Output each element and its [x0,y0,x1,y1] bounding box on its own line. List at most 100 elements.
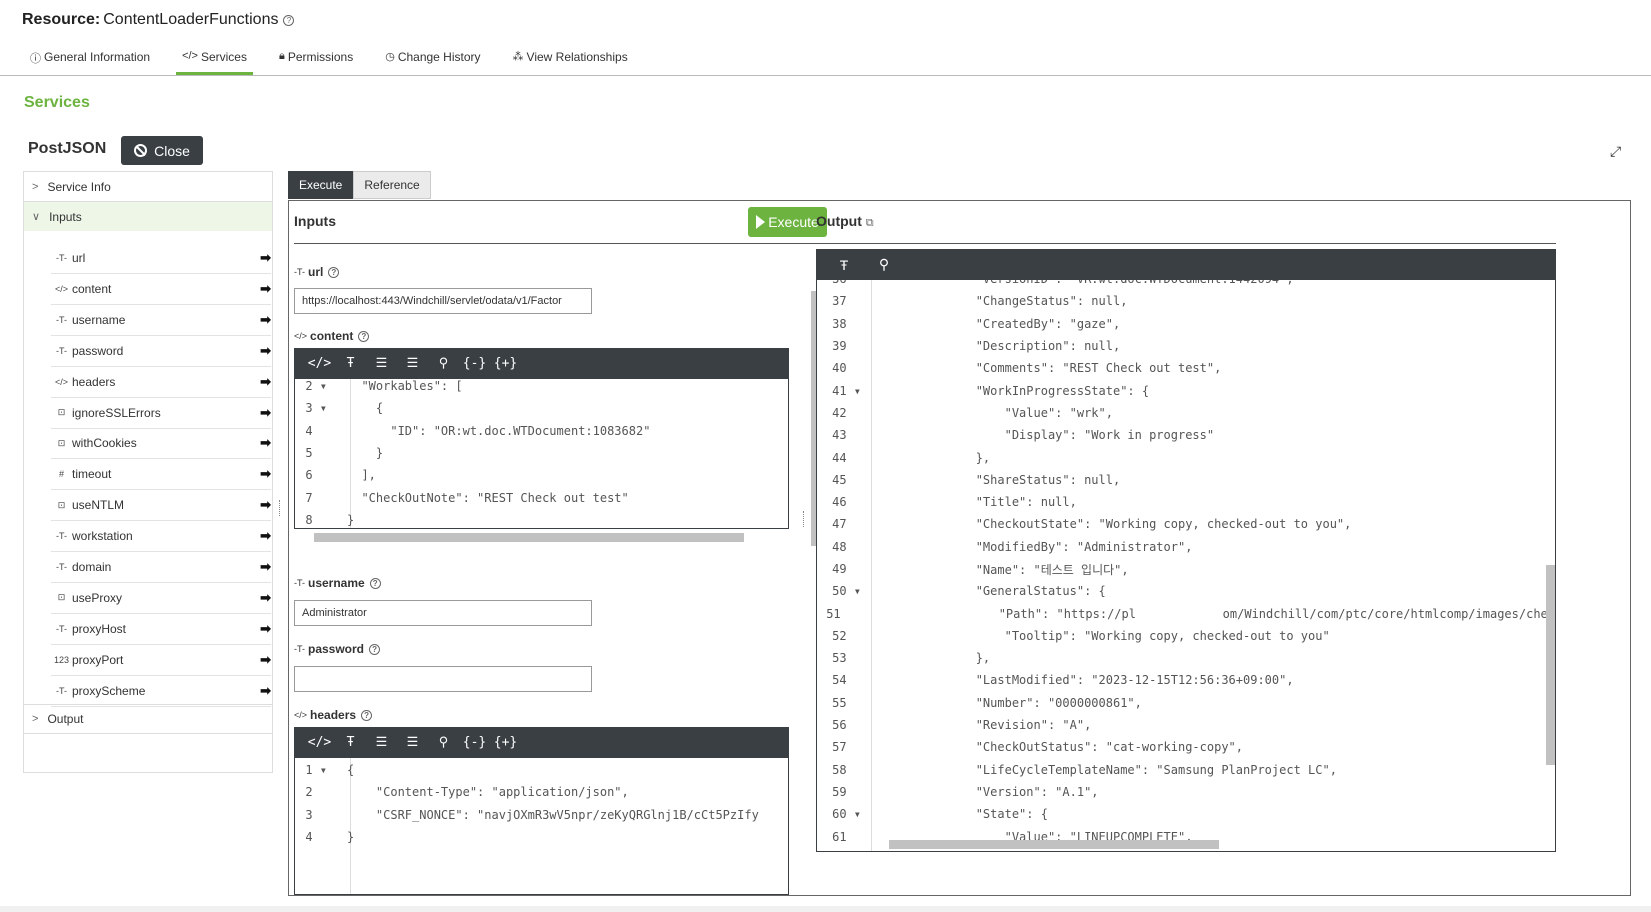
align-right-icon[interactable]: ☰ [397,735,428,750]
param-label: username [72,312,126,327]
username-input[interactable]: Administrator [294,600,592,626]
tab-execute[interactable]: Execute [288,171,354,199]
help-icon[interactable]: ? [369,643,381,655]
input-param-proxyScheme[interactable]: -T-proxyScheme ➡ [51,676,271,707]
content-h-scrollbar[interactable] [294,531,764,543]
input-param-username[interactable]: -T-username ➡ [51,305,271,336]
help-icon[interactable]: ? [328,266,340,278]
arrow-right-icon[interactable]: ➡ [260,559,271,575]
output-section[interactable]: > Output [24,704,272,734]
arrow-right-icon[interactable]: ➡ [260,683,271,699]
arrow-right-icon[interactable]: ➡ [260,281,271,297]
search-icon[interactable]: ⚲ [864,256,904,273]
code-line: 51 "Path": "https://pl om/Windchill/com/… [817,602,1555,624]
help-icon[interactable]: ? [358,330,370,342]
input-param-proxyPort[interactable]: 123 proxyPort ➡ [51,645,271,676]
line-number: 37 [832,294,847,309]
code-text: "ShareStatus": null, [889,472,1121,487]
tab-label: Change History [397,50,481,64]
input-param-useProxy[interactable]: ⊡ useProxy ➡ [51,583,271,614]
string-type-icon: -T- [294,578,305,588]
code-line: 2 "Content-Type": "application/json", [295,781,788,803]
arrow-right-icon[interactable]: ➡ [260,466,271,482]
help-icon[interactable]: ? [283,14,295,26]
compact-braces-icon[interactable]: {+} [490,356,521,371]
code-line: 58 "LifeCycleTemplateName": "Samsung Pla… [817,759,1555,781]
format-braces-icon[interactable]: {-} [459,735,490,750]
code-text: "LastModified": "2023-12-15T12:56:36+09:… [889,673,1294,688]
page-h-scrollbar[interactable] [0,906,1651,912]
arrow-right-icon[interactable]: ➡ [260,497,271,513]
input-param-domain[interactable]: -T-domain ➡ [51,552,271,583]
arrow-right-icon[interactable]: ➡ [260,528,271,544]
splitter-handle[interactable] [279,500,282,516]
code-line: 37 "ChangeStatus": null, [817,290,1555,312]
expand-icon[interactable]: ⤢ [1610,143,1621,160]
align-left-icon[interactable]: ☰ [366,735,397,750]
param-label: useNTLM [72,498,125,513]
string-type-icon: -T- [56,253,67,263]
tab-view-relationships[interactable]: ⁂ View Relationships [507,48,634,75]
close-button[interactable]: Close [121,136,203,165]
input-param-workstation[interactable]: -T-workstation ➡ [51,521,271,553]
input-param-useNTLM[interactable]: ⊡ useNTLM ➡ [51,490,271,522]
tab-change-history[interactable]: ◷ Change History [379,48,486,75]
code-line: 3 ▾ { [295,397,788,419]
line-number: 1 ▾ [305,763,327,778]
search-icon[interactable]: ⚲ [428,735,459,750]
inputs-section[interactable]: ∨ Inputs [24,201,272,231]
popout-icon[interactable]: ⧉ [866,217,874,229]
arrow-right-icon[interactable]: ➡ [260,312,271,328]
arrow-right-icon[interactable]: ➡ [260,652,271,668]
align-right-icon[interactable]: ☰ [397,356,428,371]
url-input[interactable]: https://localhost:443/Windchill/servlet/… [294,288,592,314]
content-editor[interactable]: 2 ▾ "Workables": [3 ▾ {4 "ID": "OR:wt.do… [294,379,789,529]
search-icon[interactable]: ⚲ [428,356,459,371]
password-input[interactable] [294,666,592,692]
text-format-icon[interactable]: Ŧ [824,257,864,273]
arrow-right-icon[interactable]: ➡ [260,250,271,266]
headers-editor[interactable]: 1 ▾ {2 "Content-Type": "application/json"… [294,758,789,895]
arrow-right-icon[interactable]: ➡ [260,405,271,421]
param-label: domain [72,560,112,574]
format-braces-icon[interactable]: {-} [459,356,490,371]
arrow-right-icon[interactable]: ➡ [260,435,271,451]
arrow-right-icon[interactable]: ➡ [260,590,271,606]
tab-permissions[interactable]: 🔒︎ Permissions [273,48,359,75]
compact-braces-icon[interactable]: {+} [490,735,521,750]
arrow-right-icon[interactable]: ➡ [260,343,271,359]
output-h-scrollbar[interactable] [877,838,1545,850]
tab-reference[interactable]: Reference [353,171,431,199]
tab-services[interactable]: </> Services [176,48,253,75]
execute-label: Execute [768,214,819,230]
help-icon[interactable]: ? [369,577,381,589]
line-number: 56 [832,718,847,733]
string-type-icon: -T- [294,644,305,654]
service-info-section[interactable]: > Service Info [24,171,272,201]
output-v-scrollbar[interactable] [1544,280,1555,840]
align-left-icon[interactable]: ☰ [366,356,397,371]
code-view-icon[interactable]: </> [304,356,335,371]
help-icon[interactable]: ? [361,709,373,721]
code-view-icon[interactable]: </> [304,735,335,750]
input-param-password[interactable]: -T-password ➡ [51,336,271,367]
content-editor-toolbar: </> Ŧ ☰ ☰ ⚲ {-} {+} [294,348,789,379]
output-title-text: Output [816,213,862,229]
splitter-handle[interactable] [803,511,806,527]
code-text: { [347,401,384,416]
arrow-right-icon[interactable]: ➡ [260,374,271,390]
input-param-url[interactable]: -T-url ➡ [51,243,271,274]
text-format-icon[interactable]: Ŧ [335,735,366,750]
tab-general-information[interactable]: ⓘ General Information [24,48,156,75]
input-param-withCookies[interactable]: ⊡ withCookies ➡ [51,428,271,460]
text-format-icon[interactable]: Ŧ [335,356,366,371]
input-param-headers[interactable]: </> headers ➡ [51,367,271,398]
input-param-content[interactable]: </> content ➡ [51,274,271,305]
code-text: "Display": "Work in progress" [889,428,1215,443]
input-param-proxyHost[interactable]: -T-proxyHost ➡ [51,614,271,645]
input-param-timeout[interactable]: # timeout ➡ [51,459,271,491]
arrow-right-icon[interactable]: ➡ [260,621,271,637]
code-text: } [347,512,355,527]
input-param-ignoreSSLErrors[interactable]: ⊡ ignoreSSLErrors ➡ [51,398,271,429]
output-editor[interactable]: 36 "VersionID": "VR:wt.doc.WTDocument:14… [816,280,1556,852]
